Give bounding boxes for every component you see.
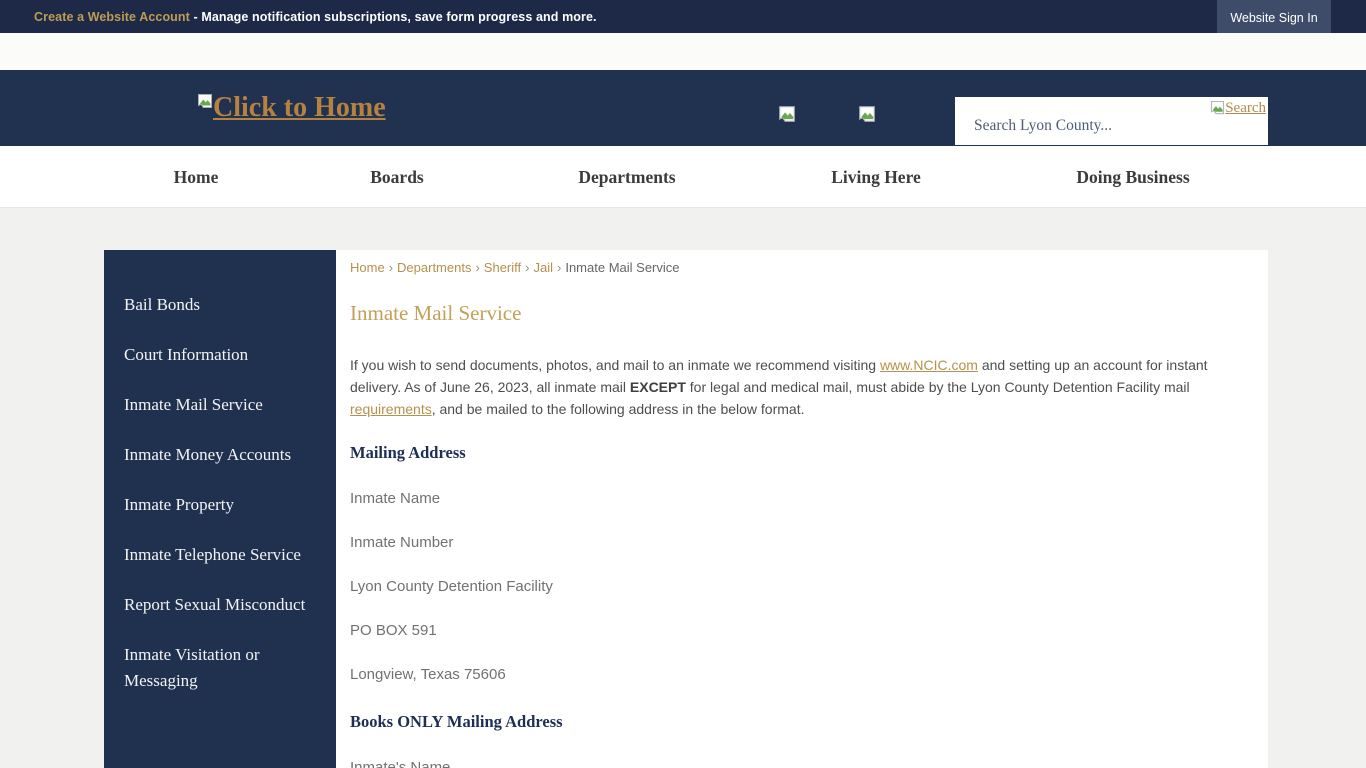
broken-image-icon bbox=[197, 93, 213, 114]
create-account-link[interactable]: Create a Website Account bbox=[34, 10, 190, 24]
main-content: Home›Departments›Sheriff›Jail›Inmate Mai… bbox=[336, 250, 1268, 768]
nav-item-doing-business[interactable]: Doing Business bbox=[1076, 146, 1189, 208]
broken-image-icon bbox=[1210, 100, 1225, 120]
search-box: Search bbox=[955, 97, 1268, 145]
mailing-line: Lyon County Detention Facility bbox=[350, 578, 1238, 595]
nav-item-departments[interactable]: Departments bbox=[578, 146, 675, 208]
bold-text: EXCEPT bbox=[630, 379, 686, 395]
breadcrumb-sheriff[interactable]: Sheriff bbox=[484, 260, 521, 275]
breadcrumb-separator: › bbox=[521, 260, 533, 275]
breadcrumb-separator: › bbox=[385, 260, 397, 275]
page-title: Inmate Mail Service bbox=[350, 301, 1238, 326]
top-utility-bar: Create a Website Account - Manage notifi… bbox=[0, 0, 1366, 33]
books-only-heading: Books ONLY Mailing Address bbox=[350, 712, 1238, 732]
content-card: Bail Bonds Court Information Inmate Mail… bbox=[104, 250, 1268, 768]
breadcrumb: Home›Departments›Sheriff›Jail›Inmate Mai… bbox=[350, 260, 1238, 275]
sidebar-item-court-information[interactable]: Court Information bbox=[104, 330, 336, 380]
sidebar-item-inmate-telephone-service[interactable]: Inmate Telephone Service bbox=[104, 530, 336, 580]
website-sign-in-button[interactable]: Website Sign In bbox=[1217, 0, 1331, 36]
intro-paragraph: If you wish to send documents, photos, a… bbox=[350, 354, 1238, 420]
page: Create a Website Account - Manage notifi… bbox=[0, 0, 1366, 768]
sidebar-item-bail-bonds[interactable]: Bail Bonds bbox=[104, 280, 336, 330]
sidebar-item-inmate-money-accounts[interactable]: Inmate Money Accounts bbox=[104, 430, 336, 480]
mailing-address-heading: Mailing Address bbox=[350, 443, 1238, 463]
body-text: If you wish to send documents, photos, a… bbox=[350, 357, 880, 373]
inline-link[interactable]: requirements bbox=[350, 401, 432, 417]
sidebar-item-inmate-visitation[interactable]: Inmate Visitation or Messaging bbox=[104, 630, 336, 706]
mailing-line: Inmate Name bbox=[350, 490, 1238, 507]
breadcrumb-departments[interactable]: Departments bbox=[397, 260, 471, 275]
nav-item-boards[interactable]: Boards bbox=[370, 146, 423, 208]
mailing-line: Longview, Texas 75606 bbox=[350, 666, 1238, 683]
topbar-tagline-text: - Manage notification subscriptions, sav… bbox=[194, 10, 597, 24]
search-alt-text: Search bbox=[1225, 100, 1266, 117]
nav-item-home[interactable]: Home bbox=[174, 146, 219, 208]
primary-nav: Home Boards Departments Living Here Doin… bbox=[0, 146, 1366, 208]
body-text: , and be mailed to the following address… bbox=[432, 401, 805, 417]
breadcrumb-home[interactable]: Home bbox=[350, 260, 385, 275]
nav-item-living-here[interactable]: Living Here bbox=[831, 146, 921, 208]
topbar-text: Create a Website Account - Manage notifi… bbox=[34, 10, 597, 24]
breadcrumb-separator: › bbox=[553, 260, 565, 275]
sidebar-item-inmate-mail-service[interactable]: Inmate Mail Service bbox=[104, 380, 336, 430]
header-gap-strip bbox=[0, 33, 1366, 70]
inline-link[interactable]: www.NCIC.com bbox=[880, 357, 978, 373]
books-line: Inmate's Name bbox=[350, 759, 1238, 768]
search-submit-link[interactable]: Search bbox=[1210, 100, 1266, 120]
broken-image-icon[interactable] bbox=[858, 105, 876, 128]
mailing-line: Inmate Number bbox=[350, 534, 1238, 551]
body-text: for legal and medical mail, must abide b… bbox=[686, 379, 1190, 395]
home-logo-link[interactable]: Click to Home bbox=[197, 93, 386, 123]
breadcrumb-jail[interactable]: Jail bbox=[533, 260, 553, 275]
broken-image-icon[interactable] bbox=[778, 105, 796, 128]
sidebar-item-inmate-property[interactable]: Inmate Property bbox=[104, 480, 336, 530]
breadcrumb-separator: › bbox=[471, 260, 483, 275]
site-header: Click to Home Se bbox=[0, 70, 1366, 146]
mailing-line: PO BOX 591 bbox=[350, 622, 1238, 639]
sidebar-item-report-sexual-misconduct[interactable]: Report Sexual Misconduct bbox=[104, 580, 336, 630]
logo-alt-text: Click to Home bbox=[213, 93, 386, 123]
breadcrumb-current: Inmate Mail Service bbox=[565, 260, 679, 275]
section-sidebar: Bail Bonds Court Information Inmate Mail… bbox=[104, 250, 336, 768]
